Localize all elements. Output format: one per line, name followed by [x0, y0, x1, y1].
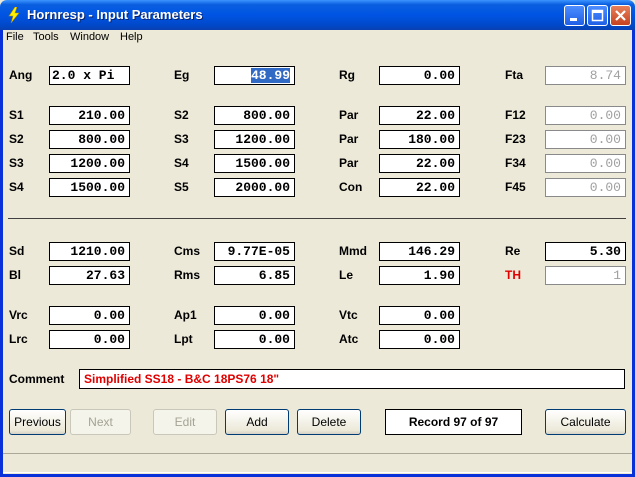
- eg-label: Eg: [174, 68, 190, 82]
- rms-label: Rms: [174, 268, 201, 282]
- f12-field: 0.00: [545, 106, 626, 125]
- s4-row-field[interactable]: 1500.00: [49, 178, 130, 197]
- comment-label: Comment: [9, 372, 65, 386]
- menu-tools[interactable]: Tools: [33, 31, 59, 43]
- sd-field[interactable]: 1210.00: [49, 242, 130, 261]
- par2-field[interactable]: 180.00: [379, 130, 460, 149]
- con-label: Con: [339, 180, 363, 194]
- par3-label: Par: [339, 156, 359, 170]
- close-icon: [615, 10, 626, 21]
- record-indicator: Record 97 of 97: [385, 409, 522, 435]
- sd-label: Sd: [9, 244, 25, 258]
- atc-label: Atc: [339, 332, 359, 346]
- ang-field[interactable]: 2.0 x Pi: [49, 66, 130, 85]
- close-button[interactable]: [610, 5, 631, 26]
- vtc-field[interactable]: 0.00: [379, 306, 460, 325]
- minimize-icon: [570, 18, 577, 21]
- delete-button[interactable]: Delete: [297, 409, 361, 435]
- ap1-label: Ap1: [174, 308, 197, 322]
- s3-field[interactable]: 1200.00: [214, 130, 295, 149]
- minimize-button[interactable]: [564, 5, 585, 26]
- con-field[interactable]: 22.00: [379, 178, 460, 197]
- s2-row-field[interactable]: 800.00: [49, 130, 130, 149]
- rg-label: Rg: [339, 68, 355, 82]
- s5-field[interactable]: 2000.00: [214, 178, 295, 197]
- bl-field[interactable]: 27.63: [49, 266, 130, 285]
- eg-field[interactable]: 48.99: [214, 66, 295, 85]
- menu-bar: File Tools Window Help: [0, 30, 635, 46]
- fta-label: Fta: [505, 68, 523, 82]
- next-button: Next: [70, 409, 131, 435]
- re-label: Re: [505, 244, 521, 258]
- s2-label: S2: [174, 108, 189, 122]
- f23-field: 0.00: [545, 130, 626, 149]
- re-field[interactable]: 5.30: [545, 242, 626, 261]
- section-divider: [8, 218, 626, 219]
- status-bar: [2, 453, 633, 473]
- menu-window[interactable]: Window: [70, 31, 109, 43]
- s5-label: S5: [174, 180, 189, 194]
- f34-field: 0.00: [545, 154, 626, 173]
- s2-field[interactable]: 800.00: [214, 106, 295, 125]
- mmd-field[interactable]: 146.29: [379, 242, 460, 261]
- s3-row-field[interactable]: 1200.00: [49, 154, 130, 173]
- menu-file[interactable]: File: [6, 31, 24, 43]
- calculate-button[interactable]: Calculate: [545, 409, 626, 435]
- previous-button[interactable]: Previous: [9, 409, 66, 435]
- window-title: Hornresp - Input Parameters: [27, 7, 203, 22]
- s4-row-label: S4: [9, 180, 24, 194]
- bl-label: Bl: [9, 268, 21, 282]
- mmd-label: Mmd: [339, 244, 367, 258]
- le-field[interactable]: 1.90: [379, 266, 460, 285]
- maximize-button[interactable]: [587, 5, 608, 26]
- ap1-field[interactable]: 0.00: [214, 306, 295, 325]
- lpt-label: Lpt: [174, 332, 193, 346]
- menu-help[interactable]: Help: [120, 31, 143, 43]
- vrc-field[interactable]: 0.00: [49, 306, 130, 325]
- f23-label: F23: [505, 132, 526, 146]
- s4-label: S4: [174, 156, 189, 170]
- par1-label: Par: [339, 108, 359, 122]
- maximize-icon: [591, 9, 604, 22]
- le-label: Le: [339, 268, 354, 282]
- f12-label: F12: [505, 108, 526, 122]
- lpt-field[interactable]: 0.00: [214, 330, 295, 349]
- fta-field: 8.74: [545, 66, 626, 85]
- lightning-icon: [8, 7, 20, 23]
- th-field: 1: [545, 266, 626, 285]
- s3-label: S3: [174, 132, 189, 146]
- cms-label: Cms: [174, 244, 201, 258]
- f34-label: F34: [505, 156, 526, 170]
- f45-label: F45: [505, 180, 526, 194]
- rms-field[interactable]: 6.85: [214, 266, 295, 285]
- atc-field[interactable]: 0.00: [379, 330, 460, 349]
- ang-label: Ang: [9, 68, 33, 82]
- comment-field[interactable]: Simplified SS18 - B&C 18PS76 18": [79, 369, 625, 389]
- edit-button: Edit: [153, 409, 217, 435]
- hornresp-window: Hornresp - Input Parameters File Tools W…: [0, 0, 635, 477]
- lrc-label: Lrc: [9, 332, 28, 346]
- s3-row-label: S3: [9, 156, 24, 170]
- lrc-field[interactable]: 0.00: [49, 330, 130, 349]
- s4-field[interactable]: 1500.00: [214, 154, 295, 173]
- title-bar[interactable]: Hornresp - Input Parameters: [0, 0, 635, 30]
- vrc-label: Vrc: [9, 308, 28, 322]
- eg-value: 48.99: [250, 68, 290, 83]
- s1-field[interactable]: 210.00: [49, 106, 130, 125]
- vtc-label: Vtc: [339, 308, 358, 322]
- s1-label: S1: [9, 108, 24, 122]
- cms-field[interactable]: 9.77E-05: [214, 242, 295, 261]
- f45-field: 0.00: [545, 178, 626, 197]
- par2-label: Par: [339, 132, 359, 146]
- par1-field[interactable]: 22.00: [379, 106, 460, 125]
- s2-row-label: S2: [9, 132, 24, 146]
- th-label[interactable]: TH: [505, 268, 521, 282]
- rg-field[interactable]: 0.00: [379, 66, 460, 85]
- add-button[interactable]: Add: [225, 409, 289, 435]
- par3-field[interactable]: 22.00: [379, 154, 460, 173]
